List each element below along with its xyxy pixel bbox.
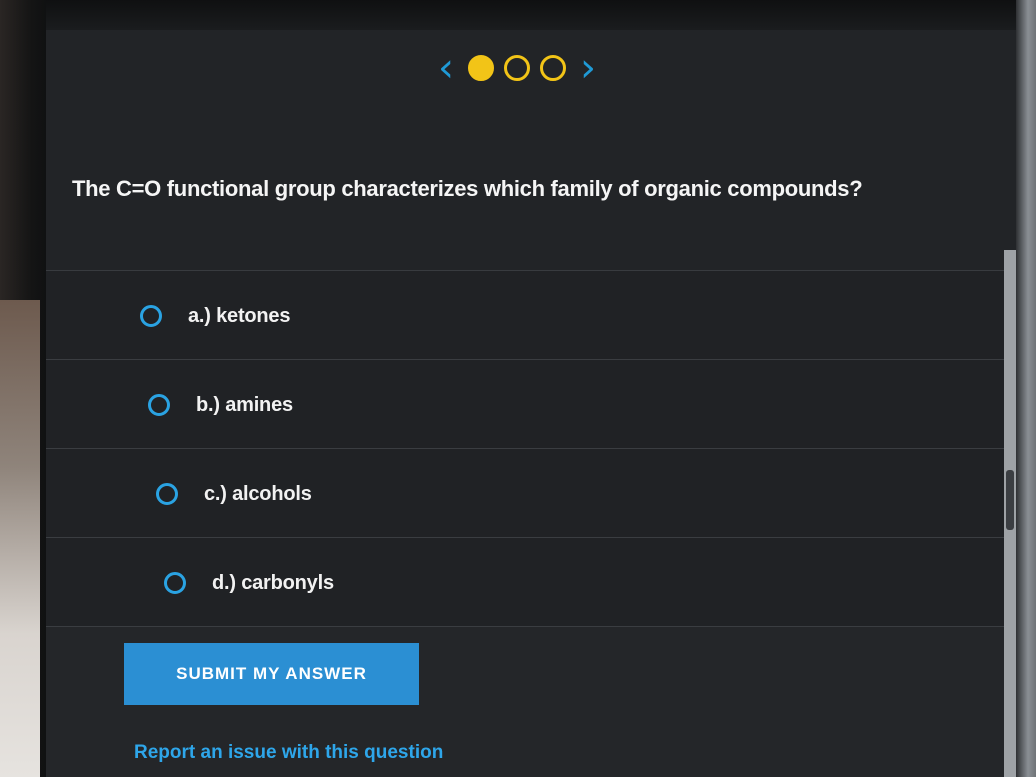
- radio-button[interactable]: [148, 394, 170, 416]
- question-text: The C=O functional group characterizes w…: [72, 176, 863, 201]
- answer-label: c.) alcohols: [204, 483, 312, 505]
- answer-option-d[interactable]: d.) carbonyls: [46, 538, 1016, 627]
- answer-option-c[interactable]: c.) alcohols: [46, 449, 1016, 538]
- answer-label: b.) amines: [196, 394, 293, 416]
- radio-button[interactable]: [140, 305, 162, 327]
- question-header: ‹ › The C=O functional group characteriz…: [46, 30, 1016, 271]
- answer-label: d.) carbonyls: [212, 572, 334, 594]
- background-desk: [0, 300, 40, 777]
- question-pager: ‹ ›: [434, 48, 624, 88]
- report-issue-link[interactable]: Report an issue with this question: [134, 742, 443, 764]
- scrollbar-thumb[interactable]: [1006, 470, 1014, 530]
- pager-dot-current[interactable]: [468, 55, 494, 81]
- submit-answer-button[interactable]: SUBMIT MY ANSWER: [124, 643, 419, 705]
- radio-button[interactable]: [164, 572, 186, 594]
- answer-option-a[interactable]: a.) ketones: [46, 271, 1016, 360]
- answer-options: a.) ketones b.) amines c.) alcohols d.) …: [46, 271, 1016, 627]
- pager-dot[interactable]: [540, 55, 566, 81]
- pager-dot[interactable]: [504, 55, 530, 81]
- chevron-left-icon[interactable]: ‹: [434, 48, 458, 88]
- radio-button[interactable]: [156, 483, 178, 505]
- device-bezel-top: [0, 0, 1036, 30]
- device-bezel-right: [1016, 0, 1036, 777]
- quiz-screen: ‹ › The C=O functional group characteriz…: [46, 30, 1016, 777]
- answer-option-b[interactable]: b.) amines: [46, 360, 1016, 449]
- chevron-right-icon[interactable]: ›: [576, 48, 600, 88]
- answer-label: a.) ketones: [188, 305, 291, 327]
